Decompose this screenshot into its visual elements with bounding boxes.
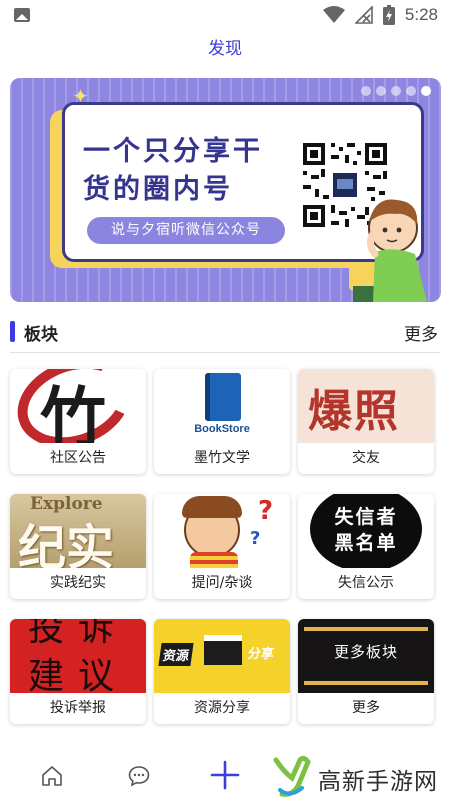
tile-label: 墨竹文学 [194,450,250,466]
no-signal-icon [354,6,373,24]
board-tile-practice[interactable]: Explore 纪实 实践纪实 [10,494,146,599]
carousel-dot-active[interactable] [421,86,431,96]
tile-label: 更多 [352,700,380,716]
tile-thumb-text-line2: 黑名单 [334,532,398,554]
tile-thumb-text: 爆照 [308,386,400,437]
carousel-indicator [361,86,431,96]
banner-headline-line2: 货的圈内号 [83,174,233,205]
board-grid: 竹 社区公告 BookStore 墨竹文学 爆照 交友 Explore 纪实 实… [10,369,434,724]
wifi-icon [322,6,345,23]
banner-carousel[interactable]: ✦ ✦ ✦ ✦ 一个只分享干 货的圈内号 说与夕宿听微信公众号 [10,78,441,302]
section-header: 板块 更多 [10,318,440,346]
board-tile-complaints[interactable]: 投诉 建议 举报 投诉举报 [10,619,146,724]
page-title: 发现 [208,39,242,59]
board-tile-questions[interactable]: ? ? 提问/杂谈 [154,494,290,599]
carousel-dot[interactable] [391,86,401,96]
carousel-dot[interactable] [361,86,371,96]
more-link[interactable]: 更多 [404,320,438,345]
tile-label: 失信公示 [338,575,394,591]
tile-thumb-text-b: 分享 [246,647,275,662]
boy-hair-illustration [182,496,242,518]
clapperboard-icon [204,635,242,665]
board-tile-resources[interactable]: 资源 分享 资源分享 [154,619,290,724]
section-divider [10,352,440,353]
tile-thumbnail: ? ? [154,494,290,568]
tile-label: 投诉举报 [50,700,106,716]
board-tile-friends[interactable]: 爆照 交友 [298,369,434,474]
status-time: 5:28 [404,5,438,24]
gallery-notification-icon [14,8,30,22]
section-title: 板块 [24,325,58,345]
tile-thumb-text-line1: 失信者 [334,506,398,528]
carousel-dot[interactable] [406,86,416,96]
tile-thumbnail: 爆照 [298,369,434,443]
tile-thumbnail: 更多板块 [298,619,434,693]
boy-shirt-illustration [190,552,238,568]
banner-subtitle: 说与夕宿听微信公众号 [87,217,285,244]
tile-label: 资源分享 [194,700,250,716]
tile-label: 提问/杂谈 [191,575,253,591]
watermark-logo [272,755,311,797]
banner-headline-line1: 一个只分享干 [83,136,263,167]
book-icon [205,373,241,421]
section-accent-bar [10,321,15,342]
board-tile-blacklist[interactable]: 失信者 黑名单 失信公示 [298,494,434,599]
tile-thumbnail: 竹 [10,369,146,443]
tile-thumbnail: BookStore [154,369,290,443]
status-bar: 5:28 [0,0,450,32]
question-mark-icon: ? [250,528,261,549]
tile-thumb-text: 失信者 黑名单 [298,504,434,556]
chat-icon[interactable] [127,764,151,788]
tile-label: 交友 [352,450,380,466]
add-post-icon[interactable] [210,760,240,790]
tile-label: 社区公告 [50,450,106,466]
banner-headline: 一个只分享干 货的圈内号 [83,133,293,209]
tile-label: 实践纪实 [50,575,106,591]
question-mark-icon: ? [258,496,274,526]
tile-thumbnail: 投诉 建议 举报 [10,619,146,693]
watermark-text: 高新手游网 [318,769,438,795]
tile-thumb-text: BookStore [194,423,250,435]
home-icon[interactable] [40,764,64,788]
tile-thumb-text-a: 资源 [158,643,194,666]
tile-thumb-text: 纪实 [18,520,115,568]
boy-illustration [349,199,427,302]
tile-thumbnail: 资源 分享 [154,619,290,693]
board-tile-announcement[interactable]: 竹 社区公告 [10,369,146,474]
tile-thumb-text: 投诉 建议 举报 [28,619,129,693]
tile-thumb-text: 竹 [40,379,106,443]
board-tile-literature[interactable]: BookStore 墨竹文学 [154,369,290,474]
battery-charging-icon [382,5,395,25]
carousel-dot[interactable] [376,86,386,96]
tile-thumb-text: 更多板块 [333,643,398,661]
tile-thumbnail: Explore 纪实 [10,494,146,568]
tile-thumbnail: 失信者 黑名单 [298,494,434,568]
board-tile-more[interactable]: 更多板块 更多 [298,619,434,724]
watermark: 高新手游网 [268,752,450,800]
